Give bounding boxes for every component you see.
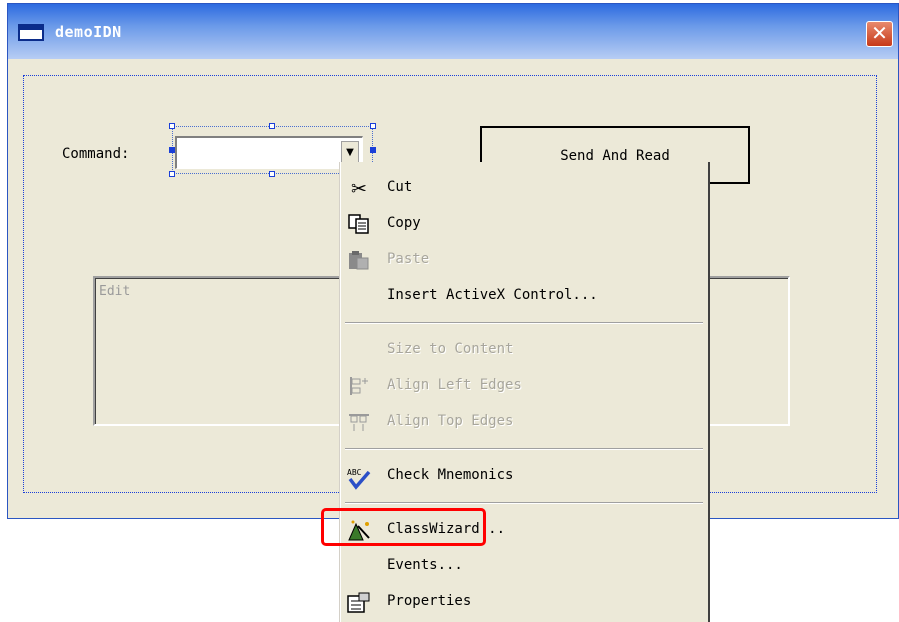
resize-handle[interactable] bbox=[169, 171, 175, 177]
resize-handle[interactable] bbox=[269, 123, 275, 129]
svg-text:ABC: ABC bbox=[347, 468, 362, 477]
menu-item-paste: Paste bbox=[341, 242, 707, 278]
menu-item-label: Size to Content bbox=[387, 341, 514, 357]
menu-item-label: Copy bbox=[387, 215, 421, 231]
resize-handle[interactable] bbox=[370, 147, 376, 153]
menu-item-cut[interactable]: ✂ Cut bbox=[341, 170, 707, 206]
menu-item-events[interactable]: Events... bbox=[341, 548, 707, 584]
menu-item-check-mnemonics[interactable]: ABC Check Mnemonics bbox=[341, 458, 707, 494]
menu-item-size-to-content: Size to Content bbox=[341, 332, 707, 368]
resize-handle[interactable] bbox=[370, 123, 376, 129]
command-label[interactable]: Command: bbox=[62, 146, 129, 162]
scissors-icon: ✂ bbox=[351, 178, 367, 200]
copy-icon bbox=[347, 214, 371, 236]
menu-separator bbox=[345, 502, 703, 504]
window-title: demoIDN bbox=[55, 23, 122, 41]
classwizard-highlight bbox=[321, 508, 486, 546]
check-mnemonics-icon: ABC bbox=[347, 466, 371, 490]
menu-item-label: Insert ActiveX Control... bbox=[387, 287, 598, 303]
menu-item-label: Cut bbox=[387, 179, 413, 195]
close-button[interactable]: ✕ bbox=[866, 21, 893, 47]
menu-item-copy[interactable]: Copy bbox=[341, 206, 707, 242]
properties-icon bbox=[347, 592, 371, 614]
menu-item-align-top: Align Top Edges bbox=[341, 404, 707, 440]
context-menu: ✂ Cut Copy Paste Insert ActiveX Control.… bbox=[340, 162, 710, 622]
menu-item-label: Properties bbox=[387, 593, 472, 609]
resize-handle[interactable] bbox=[169, 123, 175, 129]
align-top-icon bbox=[347, 412, 371, 434]
title-bar[interactable]: demoIDN ✕ bbox=[8, 4, 898, 59]
edit-placeholder: Edit bbox=[99, 284, 131, 299]
menu-item-label: Align Left Edges bbox=[387, 377, 522, 393]
paste-icon bbox=[347, 250, 371, 272]
menu-item-label: Check Mnemonics bbox=[387, 467, 514, 483]
menu-item-label: Paste bbox=[387, 251, 430, 267]
resize-handle[interactable] bbox=[169, 147, 175, 153]
menu-item-insert-activex[interactable]: Insert ActiveX Control... bbox=[341, 278, 707, 314]
menu-item-label: Events... bbox=[387, 557, 463, 573]
align-left-icon bbox=[347, 376, 371, 398]
menu-separator bbox=[345, 448, 703, 450]
resize-handle[interactable] bbox=[269, 171, 275, 177]
menu-item-align-left: Align Left Edges bbox=[341, 368, 707, 404]
menu-item-properties[interactable]: Properties bbox=[341, 584, 707, 620]
menu-separator bbox=[345, 322, 703, 324]
window-icon bbox=[18, 24, 44, 41]
menu-item-label: Align Top Edges bbox=[387, 413, 514, 429]
